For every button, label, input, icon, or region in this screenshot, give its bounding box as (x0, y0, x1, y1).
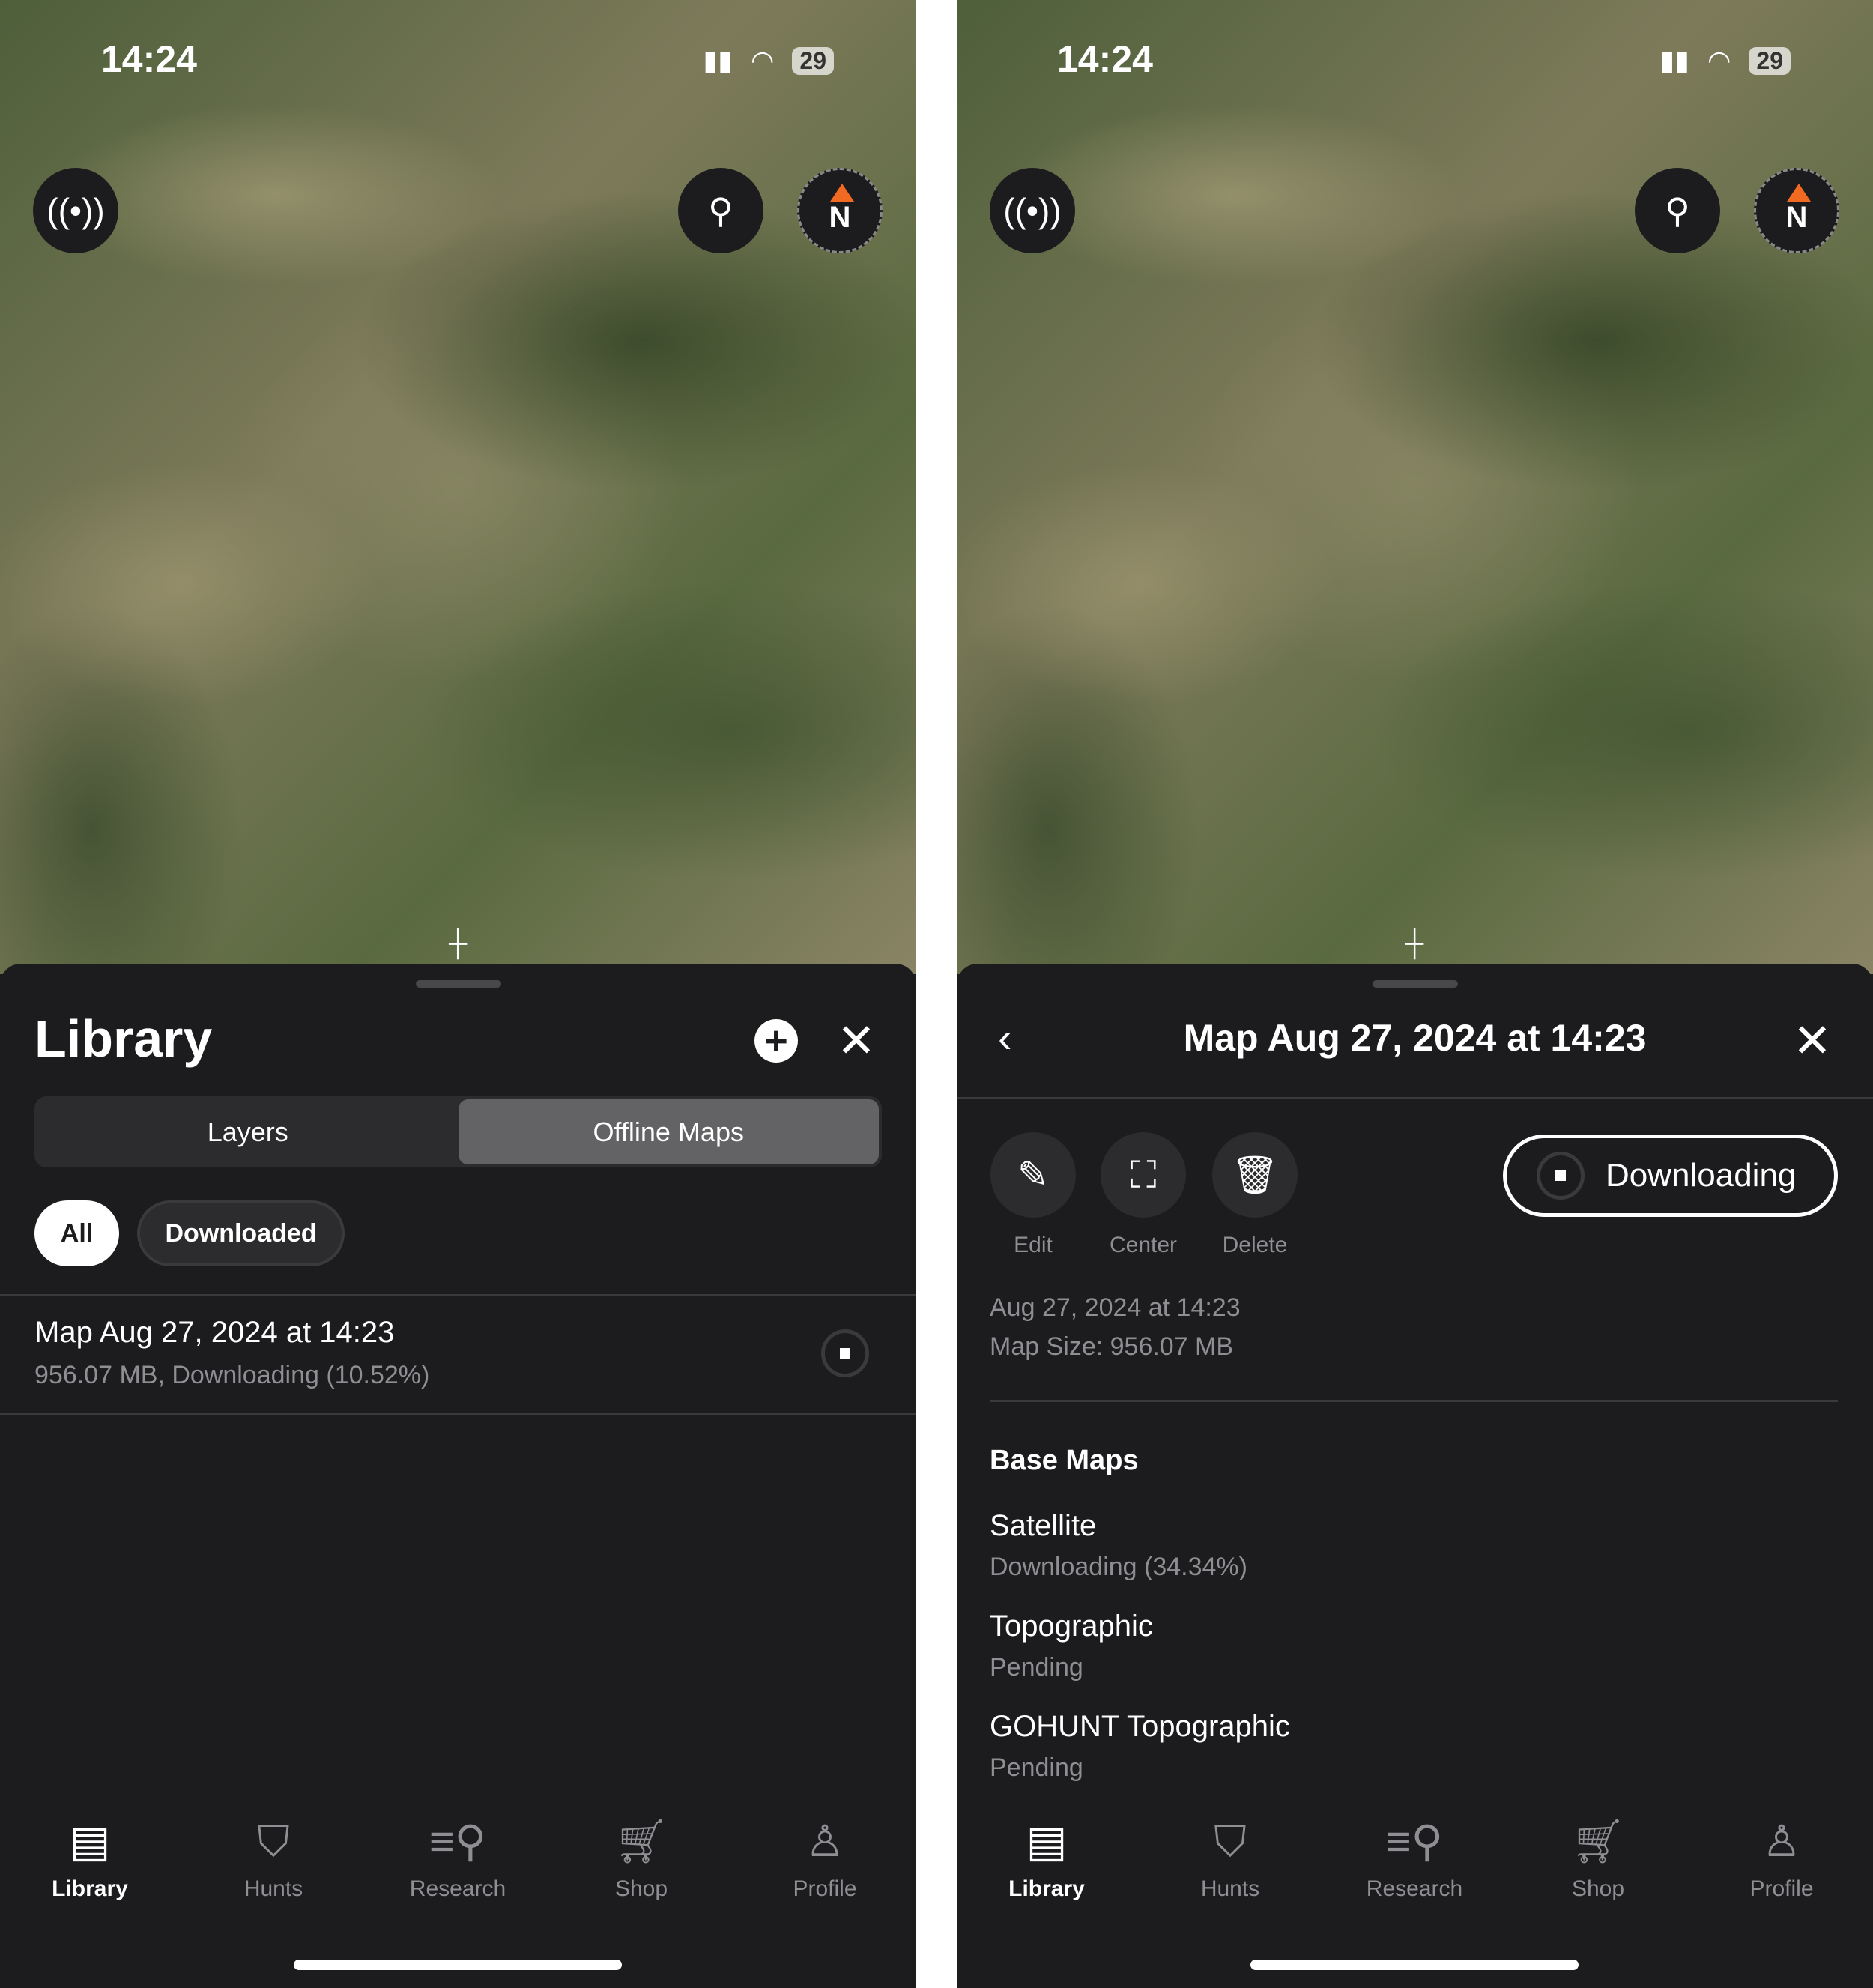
tab-profile[interactable]: ♙ Profile (750, 1813, 900, 1902)
base-map-name: Topographic (990, 1610, 1153, 1643)
divider (0, 1294, 916, 1296)
downloading-button[interactable]: Downloading (1503, 1135, 1838, 1217)
research-icon: ≡⚲ (429, 1817, 487, 1866)
close-button[interactable]: ✕ (830, 1013, 883, 1068)
status-bar: 14:24 ▮▮ ◠ 29 (957, 37, 1873, 90)
sheet-title: Map Aug 27, 2024 at 14:23 (1183, 1017, 1647, 1059)
divider (0, 1413, 916, 1415)
search-icon: ⚲ (708, 191, 733, 230)
map-date: Aug 27, 2024 at 14:23 (990, 1293, 1241, 1322)
broadcast-icon: ((•)) (1003, 191, 1062, 230)
home-indicator (1250, 1960, 1579, 1970)
item-subtitle: 956.07 MB, Downloading (10.52%) (34, 1361, 430, 1389)
divider (957, 1097, 1873, 1099)
status-bar: 14:24 ▮▮ ◠ 29 (0, 37, 916, 90)
cellular-icon: ▮▮ (703, 45, 733, 76)
search-button[interactable]: ⚲ (678, 168, 763, 253)
tab-hunts[interactable]: ⛉ Hunts (199, 1813, 348, 1902)
shield-star-icon: ⛉ (1214, 1817, 1247, 1866)
close-button[interactable]: ✕ (1786, 1013, 1839, 1068)
base-map-name: GOHUNT Topographic (990, 1710, 1290, 1743)
cart-icon: 🛒︎ (1570, 1817, 1626, 1866)
library-icon: ▤ (69, 1817, 111, 1866)
map-size: Map Size: 956.07 MB (990, 1332, 1234, 1361)
close-icon: ✕ (1793, 1015, 1832, 1067)
crosshair-icon: ┼ (1405, 929, 1424, 958)
compass-n-icon: N (829, 200, 851, 234)
map-detail-screen: 14:24 ▮▮ ◠ 29 ((•)) ⚲ N ┼ ‹ Map Aug 27, 20… (957, 0, 1873, 1988)
broadcast-button[interactable]: ((•)) (990, 168, 1075, 253)
divider (990, 1400, 1838, 1402)
tab-shop[interactable]: 🛒︎ Shop (566, 1813, 716, 1902)
search-button[interactable]: ⚲ (1635, 168, 1720, 253)
tab-offline-maps[interactable]: Offline Maps (458, 1099, 879, 1164)
person-icon: ♙ (805, 1817, 844, 1866)
wifi-icon: ◠ (1707, 45, 1731, 76)
person-icon: ♙ (1762, 1817, 1801, 1866)
close-icon: ✕ (837, 1015, 876, 1067)
tab-profile[interactable]: ♙ Profile (1707, 1813, 1857, 1902)
crosshair-icon: ┼ (448, 929, 468, 958)
tab-research[interactable]: ≡⚲ Research (1340, 1813, 1489, 1902)
sheet-title: Library (34, 1009, 213, 1068)
cellular-icon: ▮▮ (1659, 45, 1689, 76)
base-map-status: Downloading (34.34%) (990, 1553, 1247, 1581)
compass-button[interactable]: N (797, 168, 883, 253)
tab-hunts[interactable]: ⛉ Hunts (1155, 1813, 1305, 1902)
home-indicator (294, 1960, 622, 1970)
base-map-status: Pending (990, 1653, 1083, 1682)
compass-button[interactable]: N (1754, 168, 1839, 253)
satellite-map[interactable] (957, 0, 1873, 974)
compass-arrow-icon (1787, 184, 1811, 202)
tab-layers[interactable]: Layers (37, 1099, 459, 1164)
downloading-label: Downloading (1606, 1157, 1797, 1194)
library-screen: 14:24 ▮▮ ◠ 29 ((•)) ⚲ N ┼ Library + ✕ Laye… (0, 0, 916, 1988)
download-progress-icon[interactable] (821, 1329, 869, 1377)
status-time: 14:24 (101, 38, 197, 80)
plus-icon: + (764, 1018, 788, 1063)
battery-icon: 29 (1749, 46, 1791, 75)
edit-button[interactable]: ✎ Edit (990, 1132, 1076, 1258)
trash-icon: 🗑︎ (1212, 1132, 1298, 1218)
library-icon: ▤ (1026, 1817, 1068, 1866)
tab-library[interactable]: ▤ Library (972, 1813, 1122, 1902)
base-maps-heading: Base Maps (990, 1445, 1139, 1476)
item-title: Map Aug 27, 2024 at 14:23 (34, 1316, 395, 1349)
sheet-handle[interactable] (415, 980, 501, 988)
status-time: 14:24 (1057, 38, 1153, 80)
pencil-icon: ✎ (990, 1132, 1076, 1218)
research-icon: ≡⚲ (1385, 1817, 1444, 1866)
center-focus-icon: ⛶ (1101, 1132, 1186, 1218)
battery-icon: 29 (792, 46, 834, 75)
tab-research[interactable]: ≡⚲ Research (383, 1813, 533, 1902)
download-progress-icon (1537, 1152, 1585, 1200)
add-button[interactable]: + (754, 1019, 798, 1063)
tab-library[interactable]: ▤ Library (15, 1813, 165, 1902)
broadcast-button[interactable]: ((•)) (33, 168, 118, 253)
cart-icon: 🛒︎ (614, 1817, 669, 1866)
filter-all[interactable]: All (34, 1200, 119, 1266)
tab-bar: ▤ Library ⛉ Hunts ≡⚲ Research 🛒︎ Shop ♙ Profi… (0, 1813, 916, 1918)
base-map-status: Pending (990, 1753, 1083, 1782)
tab-bar: ▤ Library ⛉ Hunts ≡⚲ Research 🛒︎ Shop ♙ Profi… (957, 1813, 1873, 1918)
search-icon: ⚲ (1665, 191, 1690, 230)
wifi-icon: ◠ (750, 45, 775, 76)
tab-shop[interactable]: 🛒︎ Shop (1523, 1813, 1673, 1902)
compass-n-icon: N (1785, 200, 1808, 234)
sheet-handle[interactable] (1372, 980, 1458, 988)
shield-star-icon: ⛉ (257, 1817, 290, 1866)
broadcast-icon: ((•)) (46, 191, 105, 230)
satellite-map[interactable] (0, 0, 916, 974)
filter-downloaded[interactable]: Downloaded (137, 1200, 345, 1266)
compass-arrow-icon (830, 184, 854, 202)
base-map-name: Satellite (990, 1509, 1097, 1542)
delete-button[interactable]: 🗑︎ Delete (1212, 1132, 1298, 1258)
center-button[interactable]: ⛶ Center (1101, 1132, 1186, 1258)
segmented-control: Layers Offline Maps (34, 1096, 882, 1167)
